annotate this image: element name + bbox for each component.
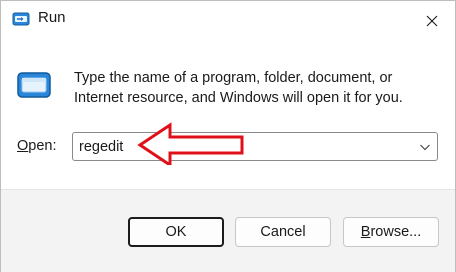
close-button[interactable] [409,1,455,41]
open-accel: O [17,138,29,154]
title-bar: Run [1,1,455,41]
close-icon [426,15,438,27]
dialog-description: Type the name of a program, folder, docu… [74,70,403,106]
chevron-down-icon[interactable] [419,141,431,153]
browse-label-rest: rowse... [370,224,422,240]
button-bar: OK Cancel Browse... [1,189,455,272]
cancel-button[interactable]: Cancel [235,217,331,247]
open-label-rest: pen: [28,138,57,154]
ok-button[interactable]: OK [128,217,224,247]
browse-button[interactable]: Browse... [343,217,439,247]
run-dialog: Run Type the name of a program, folder, … [0,0,456,272]
run-icon [17,72,51,98]
run-icon [12,12,30,26]
dialog-body: Type the name of a program, folder, docu… [1,41,455,189]
browse-accel: B [360,224,371,240]
window-title: Run [38,9,66,26]
red-arrow-icon [137,122,244,165]
open-label: Open: [17,138,57,154]
